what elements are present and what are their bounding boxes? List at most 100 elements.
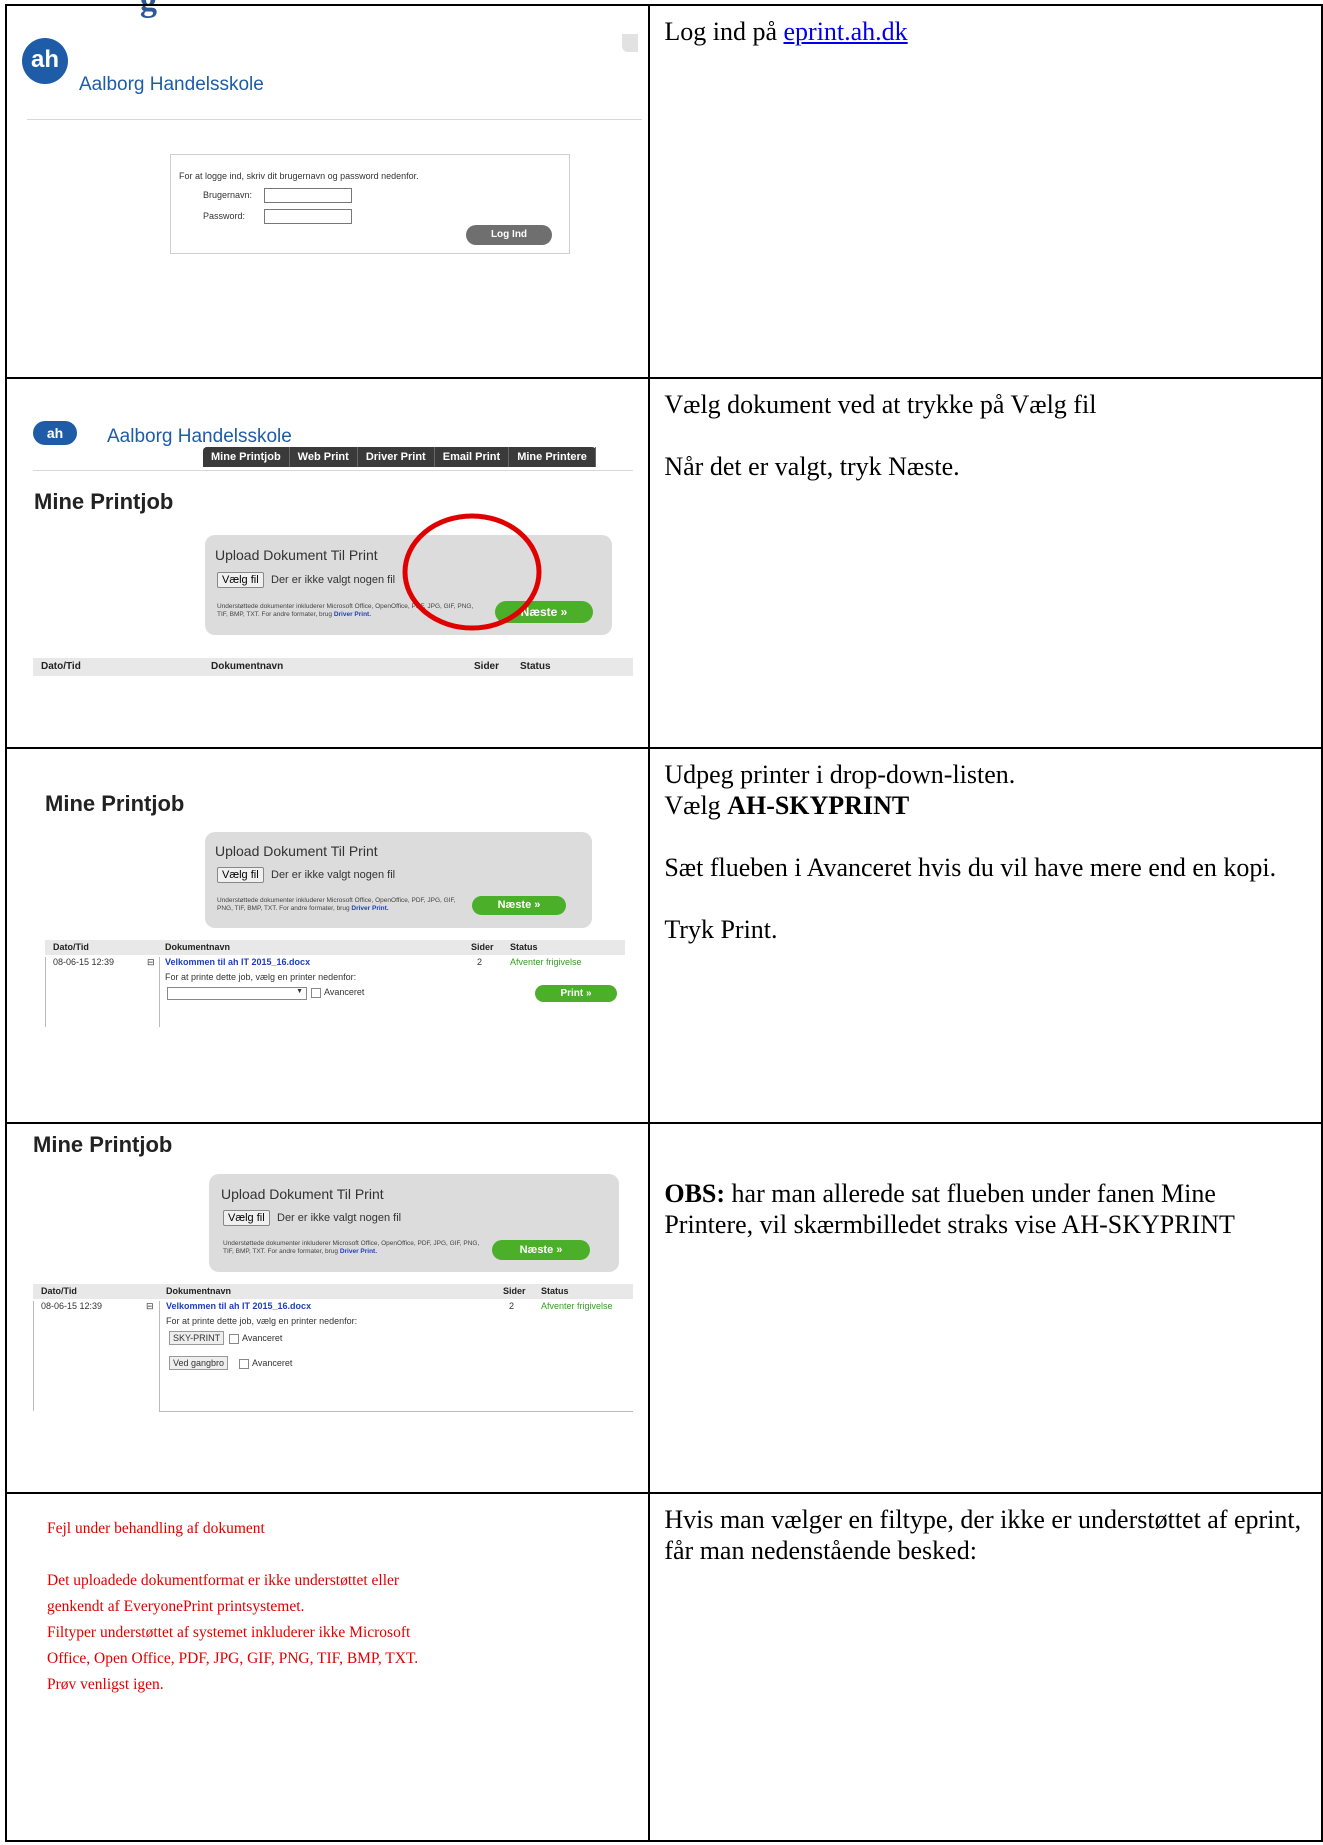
driver-print-link[interactable]: Driver Print. [334,611,371,618]
eprint-link[interactable]: eprint.ah.dk [784,17,908,46]
next-button[interactable]: Næste » [472,896,566,915]
nav-mine-printere[interactable]: Mine Printere [509,447,596,467]
error-line: Filtyper understøttet af systemet inklud… [47,1624,411,1641]
error-line: Prøv venligst igen. [47,1676,164,1693]
instruction-line: Sæt flueben i Avanceret hvis du vil have… [664,853,1277,882]
instruction-text: Log ind på eprint.ah.dk [664,16,1305,47]
login-button[interactable]: Log Ind [466,225,552,245]
username-label: Brugernavn: [203,190,253,200]
instruction-cell: Vælg dokument ved at trykke på Vælg fil … [648,377,1323,749]
job-date: 08-06-15 12:39 [41,1301,103,1311]
instruction-table: ah Aalborg Handelsskole For at logge ind… [4,4,1323,1842]
jobs-table-header: Dato/Tid Dokumentnavn Sider Status [33,1284,633,1299]
printer-name: AH-SKYPRINT [727,791,910,820]
table-row: ah Aalborg Handelsskole For at logge ind… [4,4,1323,379]
divider [159,1411,633,1412]
error-line: genkendt af EveryonePrint printsystemet. [47,1598,305,1615]
col-pages: Sider [503,1286,526,1296]
username-input[interactable] [264,188,352,203]
printer-dropdown[interactable]: ▼ [167,987,307,1000]
next-button[interactable]: Næste » [492,1240,590,1260]
advanced-checkbox[interactable]: Avanceret [311,987,364,998]
choose-file-button[interactable]: Vælg fil [217,867,264,883]
nav-web-print[interactable]: Web Print [290,447,358,467]
printer-ved-gangbro-button[interactable]: Ved gangbro [169,1356,229,1370]
divider [45,957,46,1027]
screenshot-choose-printer: Mine Printjob Upload Dokument Til Print … [4,747,651,1124]
job-row: 08-06-15 12:39 ⊟ Velkommen til ah IT 201… [33,1301,633,1411]
upload-title: Upload Dokument Til Print [215,843,378,859]
main-nav: Mine Printjob Web Print Driver Print Ema… [203,447,596,467]
instruction-prefix: Log ind på [664,17,784,46]
divider [33,1301,34,1411]
divider [159,957,160,1027]
instruction-line: Tryk Print. [664,915,778,944]
screenshot-error: Fejl under behandling af dokument Det up… [4,1492,651,1842]
col-pages: Sider [474,661,500,672]
page-heading: Mine Printjob [34,489,174,514]
instruction-line: Når det er valgt, tryk Næste. [664,452,960,481]
table-row: Fejl under behandling af dokument Det up… [4,1492,1323,1842]
divider [33,470,633,471]
choose-printer-text: For at printe dette job, vælg en printer… [166,1316,358,1326]
advanced-label: Avanceret [242,1333,283,1343]
error-message: Fejl under behandling af dokument Det up… [47,1516,418,1698]
jobs-table-header: Dato/Tid Dokumentnavn Sider Status [45,940,625,955]
corner-tab-icon [622,34,638,52]
job-name[interactable]: Velkommen til ah IT 2015_16.docx [166,1301,311,1311]
no-file-text: Der er ikke valgt nogen fil [277,1212,402,1224]
choose-file-button[interactable]: Vælg fil [223,1210,270,1226]
job-name[interactable]: Velkommen til ah IT 2015_16.docx [165,957,310,967]
divider [159,1301,160,1411]
col-doc: Dokumentnavn [211,661,284,672]
table-row: Mine Printjob Upload Dokument Til Print … [4,1122,1323,1494]
choose-printer-text: For at printe dette job, vælg en printer… [165,972,357,982]
driver-print-link[interactable]: Driver Print. [351,905,388,912]
table-row: ah Aalborg Handelsskole Mine Printjob We… [4,377,1323,749]
col-date: Dato/Tid [41,1286,77,1296]
printer-sky-print-button[interactable]: SKY-PRINT [169,1331,225,1345]
nav-mine-printjob[interactable]: Mine Printjob [203,447,290,467]
col-date: Dato/Tid [41,661,81,672]
highlight-circle [402,513,542,631]
obs-label: OBS: [664,1179,726,1208]
col-doc: Dokumentnavn [166,1286,232,1296]
print-button[interactable]: Print » [535,985,617,1002]
ah-logo-icon: ah [33,421,77,445]
col-status: Status [541,1286,569,1296]
instruction-cell: Hvis man vælger en filtype, der ikke er … [648,1492,1323,1842]
instruction-line: Udpeg printer i drop-down-listen. [664,760,1016,789]
driver-print-link[interactable]: Driver Print. [340,1248,377,1255]
col-status: Status [520,661,551,672]
job-status: Afventer frigivelse [510,957,582,967]
advanced-checkbox[interactable]: Avanceret [239,1358,292,1369]
upload-title: Upload Dokument Til Print [215,547,378,563]
upload-panel: Upload Dokument Til Print Vælg fil Der e… [209,1174,619,1272]
instruction-text: OBS: har man allerede sat flueben under … [664,1178,1305,1240]
advanced-checkbox[interactable]: Avanceret [229,1333,282,1344]
dropdown-arrow-icon: ▼ [296,988,303,995]
collapse-icon[interactable]: ⊟ [146,1301,154,1312]
collapse-icon[interactable]: ⊟ [147,957,155,968]
job-pages: 2 [509,1301,515,1311]
jobs-table-header: Dato/Tid Dokumentnavn Sider Status [33,658,633,676]
support-text: Understøttede dokumenter inkluderer Micr… [223,1240,480,1255]
instruction-line: Vælg AH-SKYPRINT [664,790,1305,821]
page-heading: Mine Printjob [45,791,185,816]
upload-panel: Upload Dokument Til Print Vælg fil Der e… [205,832,592,928]
choose-file-button[interactable]: Vælg fil [217,572,264,588]
col-status: Status [510,942,538,952]
screenshot-printer-shortcut: Mine Printjob Upload Dokument Til Print … [4,1122,651,1494]
no-file-text: Der er ikke valgt nogen fil [271,574,396,586]
screenshot-login: ah Aalborg Handelsskole For at logge ind… [4,4,651,379]
nav-driver-print[interactable]: Driver Print [358,447,435,467]
divider [27,119,642,120]
nav-email-print[interactable]: Email Print [435,447,510,467]
error-line: Office, Open Office, PDF, JPG, GIF, PNG,… [47,1650,419,1667]
error-title: Fejl under behandling af dokument [47,1520,265,1537]
password-input[interactable] [264,209,352,224]
instruction-line: Vælg dokument ved at trykke på Vælg fil [664,390,1097,419]
job-date: 08-06-15 12:39 [53,957,115,967]
col-pages: Sider [471,942,494,952]
instruction-rest: har man allerede sat flueben under fanen… [664,1179,1235,1239]
